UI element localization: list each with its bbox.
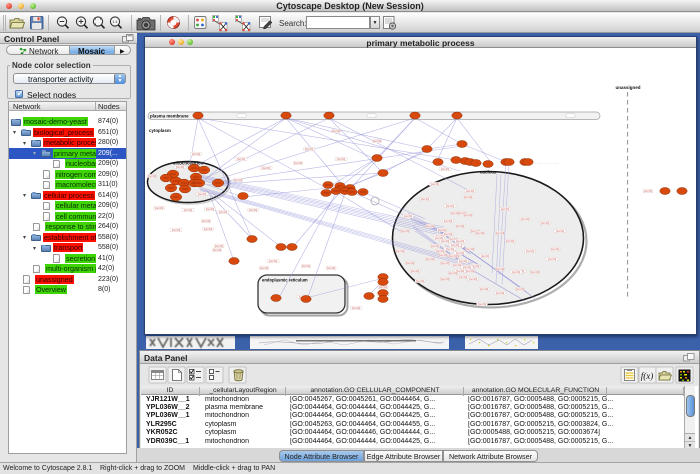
svg-text:[Go:00]: [Go:00] (327, 267, 336, 270)
svg-text:[Go:00]: [Go:00] (269, 260, 278, 263)
svg-text:[Go:00]: [Go:00] (176, 166, 185, 169)
svg-text:[Go:00]: [Go:00] (148, 175, 157, 178)
svg-text:[Go:00]: [Go:00] (416, 280, 425, 283)
svg-text:[Go:00]: [Go:00] (496, 292, 505, 295)
svg-text:[Go:00]: [Go:00] (396, 250, 405, 253)
svg-text:[Go:00]: [Go:00] (441, 262, 450, 265)
svg-text:[Go:00]: [Go:00] (464, 196, 473, 199)
svg-text:[Go:00]: [Go:00] (456, 252, 465, 255)
svg-text:[Go:00]: [Go:00] (521, 218, 530, 221)
svg-text:[Go:00]: [Go:00] (431, 183, 440, 186)
svg-text:[Go:00]: [Go:00] (551, 248, 560, 251)
svg-text:[Go:00]: [Go:00] (481, 255, 490, 258)
svg-text:[Go:00]: [Go:00] (379, 286, 388, 289)
svg-text:[Go:00]: [Go:00] (496, 232, 505, 235)
svg-text:[Go:00]: [Go:00] (478, 303, 487, 306)
svg-text:[Go:00]: [Go:00] (466, 190, 475, 193)
svg-text:[Go:00]: [Go:00] (441, 278, 450, 281)
svg-text:[Go:00]: [Go:00] (426, 225, 435, 228)
svg-text:plasma membrane: plasma membrane (150, 114, 189, 119)
svg-text:[Go:00]: [Go:00] (456, 240, 465, 243)
svg-text:[Go:00]: [Go:00] (453, 264, 462, 267)
svg-text:[Go:00]: [Go:00] (294, 162, 303, 165)
svg-text:[Go:00]: [Go:00] (215, 245, 224, 248)
svg-text:[Go:00]: [Go:00] (548, 258, 557, 261)
svg-text:[Go:00]: [Go:00] (305, 148, 314, 151)
svg-text:[Go:00]: [Go:00] (456, 225, 465, 228)
svg-text:endoplasmic reticulum: endoplasmic reticulum (262, 277, 308, 282)
svg-text:[Go:00]: [Go:00] (438, 229, 447, 232)
svg-text:[Go:00]: [Go:00] (446, 248, 455, 251)
svg-text:[Go:00]: [Go:00] (202, 220, 211, 223)
svg-text:[Go:00]: [Go:00] (526, 250, 535, 253)
svg-text:[Go:00]: [Go:00] (401, 230, 410, 233)
svg-text:[Go:00]: [Go:00] (332, 130, 341, 133)
svg-text:[Go:00]: [Go:00] (192, 153, 201, 156)
svg-text:[Go:00]: [Go:00] (213, 249, 222, 252)
svg-text:[Go:00]: [Go:00] (449, 272, 458, 275)
svg-text:[Go:00]: [Go:00] (444, 233, 453, 236)
svg-text:[Go:00]: [Go:00] (431, 245, 440, 248)
svg-text:[Go:00]: [Go:00] (466, 248, 475, 251)
svg-text:[Go:00]: [Go:00] (531, 271, 540, 274)
svg-text:[Go:00]: [Go:00] (439, 254, 448, 257)
svg-text:[Go:00]: [Go:00] (421, 198, 430, 201)
svg-text:[Go:00]: [Go:00] (198, 193, 207, 196)
svg-text:[Go:00]: [Go:00] (206, 208, 215, 211)
svg-text:[Go:00]: [Go:00] (237, 158, 246, 161)
svg-text:[Go:00]: [Go:00] (441, 240, 450, 243)
svg-text:[Go:00]: [Go:00] (464, 214, 473, 217)
svg-text:[Go:00]: [Go:00] (436, 250, 445, 253)
svg-text:[Go:00]: [Go:00] (155, 207, 164, 210)
svg-text:[Go:00]: [Go:00] (466, 270, 475, 273)
svg-text:[Go:00]: [Go:00] (512, 271, 521, 274)
svg-text:unassigned: unassigned (615, 85, 640, 90)
svg-text:[Go:00]: [Go:00] (469, 278, 478, 281)
svg-text:[Go:00]: [Go:00] (516, 288, 525, 291)
svg-text:f(x): f(x) (641, 371, 654, 381)
svg-text:[Go:00]: [Go:00] (506, 240, 515, 243)
svg-text:[Go:00]: [Go:00] (406, 262, 415, 265)
svg-text:[Go:00]: [Go:00] (234, 179, 243, 182)
svg-text:[Go:00]: [Go:00] (249, 209, 258, 212)
svg-text:[Go:00]: [Go:00] (373, 140, 382, 143)
svg-text:[Go:00]: [Go:00] (302, 265, 311, 268)
svg-text:[Go:00]: [Go:00] (441, 168, 450, 171)
svg-text:[Go:00]: [Go:00] (444, 220, 453, 223)
svg-text:[Go:00]: [Go:00] (496, 268, 505, 271)
svg-text:[Go:00]: [Go:00] (262, 167, 271, 170)
svg-text:[Go:00]: [Go:00] (260, 267, 269, 270)
svg-text:[Go:00]: [Go:00] (426, 258, 435, 261)
svg-text:[Go:00]: [Go:00] (449, 255, 458, 258)
svg-text:[Go:00]: [Go:00] (541, 222, 550, 225)
svg-text:1:1: 1:1 (112, 19, 118, 24)
svg-text:cytoplasm: cytoplasm (149, 128, 171, 133)
svg-text:[Go:00]: [Go:00] (411, 270, 420, 273)
svg-text:[Go:00]: [Go:00] (337, 158, 346, 161)
svg-text:[Go:00]: [Go:00] (435, 237, 444, 240)
svg-text:mitochondrion: mitochondrion (173, 161, 204, 166)
svg-text:[Go:00]: [Go:00] (204, 228, 213, 231)
svg-text:[Go:00]: [Go:00] (644, 190, 653, 193)
svg-text:[Go:00]: [Go:00] (476, 232, 485, 235)
svg-text:nucleus: nucleus (480, 170, 497, 175)
svg-text:[Go:00]: [Go:00] (172, 229, 181, 232)
svg-text:[Go:00]: [Go:00] (480, 288, 489, 291)
svg-text:[Go:00]: [Go:00] (451, 244, 460, 247)
svg-text:[Go:00]: [Go:00] (501, 208, 510, 211)
svg-text:[Go:00]: [Go:00] (404, 215, 413, 218)
svg-text:[Go:00]: [Go:00] (184, 209, 193, 212)
svg-text:[Go:00]: [Go:00] (459, 260, 468, 263)
svg-text:[Go:00]: [Go:00] (556, 230, 565, 233)
svg-text:[Go:00]: [Go:00] (352, 307, 361, 310)
svg-text:[Go:00]: [Go:00] (446, 205, 455, 208)
svg-text:[Go:00]: [Go:00] (463, 266, 472, 269)
svg-text:......................: ...................... (534, 161, 561, 165)
svg-text:[Go:00]: [Go:00] (459, 276, 468, 279)
svg-text:[Go:00]: [Go:00] (219, 211, 228, 214)
